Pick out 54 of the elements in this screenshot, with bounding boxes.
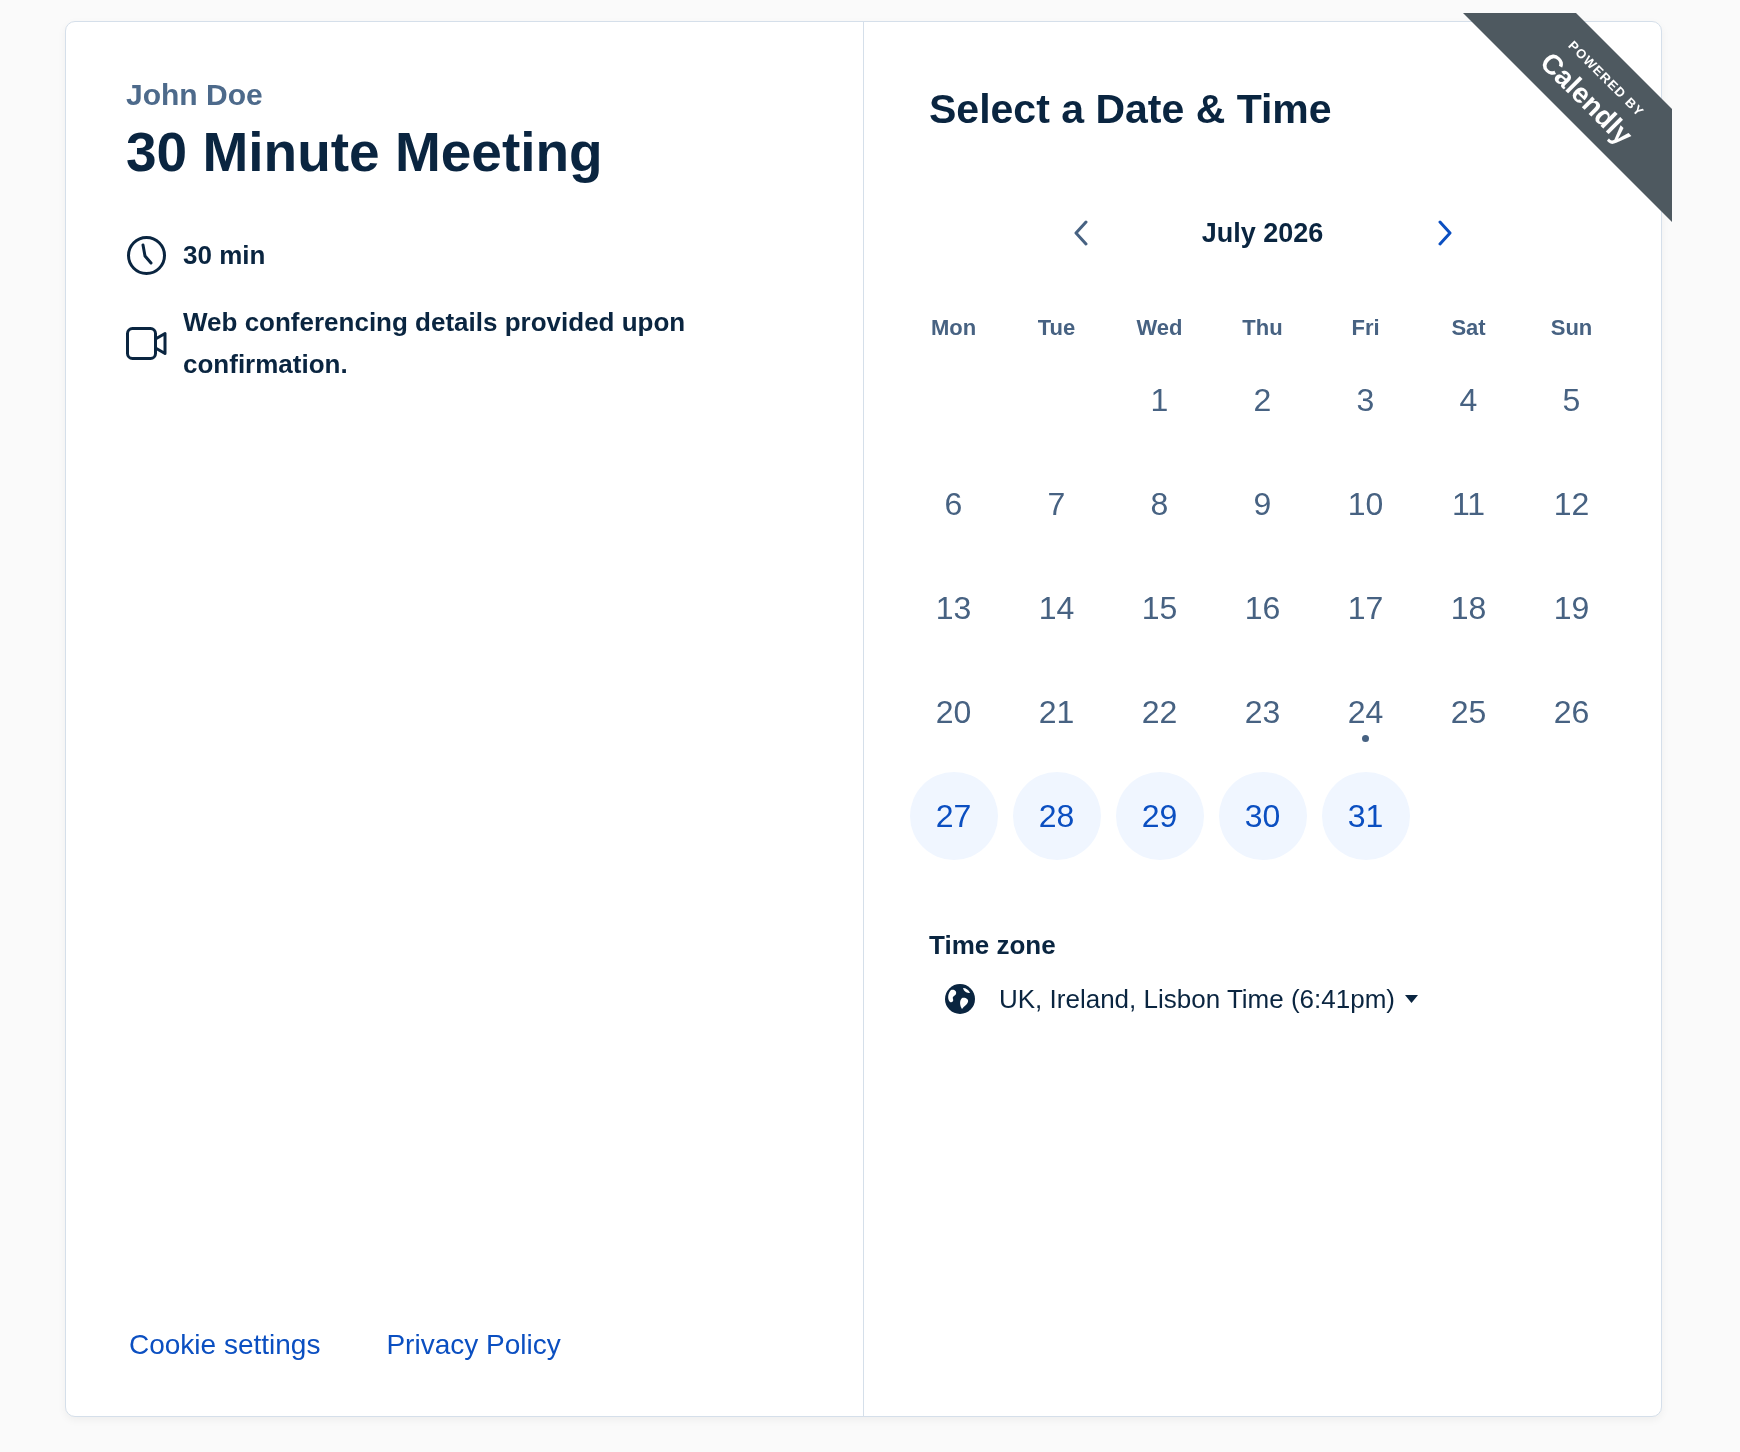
day-number: 20	[935, 693, 972, 732]
footer-link[interactable]: Privacy Policy	[386, 1329, 561, 1361]
day-number: 6	[944, 485, 963, 524]
day-number: 17	[1347, 589, 1384, 628]
day-number: 24	[1347, 693, 1384, 732]
day-number: 21	[1038, 693, 1075, 732]
day-number: 10	[1347, 485, 1384, 524]
clock-icon	[126, 234, 167, 276]
day-number: 2	[1253, 381, 1272, 420]
day-button[interactable]: 30	[1218, 772, 1307, 860]
section-heading: Select a Date & Time	[929, 85, 1332, 133]
day-number: 26	[1553, 693, 1590, 732]
timezone-dropdown[interactable]: UK, Ireland, Lisbon Time (6:41pm)	[945, 981, 1418, 1017]
organizer-name: John Doe	[126, 77, 263, 113]
weekday-label: Fri	[1351, 315, 1380, 341]
weekday-label: Tue	[1037, 315, 1076, 341]
day-number: 15	[1141, 589, 1178, 628]
weekday-label: Wed	[1136, 315, 1183, 341]
day-number: 1	[1150, 381, 1169, 420]
day-number: 19	[1553, 589, 1590, 628]
day-number: 22	[1141, 693, 1178, 732]
day-number: 11	[1451, 485, 1486, 524]
chevron-right-icon	[1436, 220, 1453, 246]
caret-icon	[1404, 995, 1418, 1003]
day-number: 25	[1450, 693, 1487, 732]
day-number: 8	[1150, 485, 1169, 524]
weekday-label: Sun	[1550, 315, 1593, 341]
day-button[interactable]: 27	[909, 772, 998, 860]
day-button[interactable]: 29	[1115, 772, 1204, 860]
weekday-label: Sat	[1451, 315, 1486, 341]
day-number: 13	[935, 589, 972, 628]
video-camera-icon	[126, 326, 167, 360]
day-number: 12	[1553, 485, 1590, 524]
day-number: 23	[1244, 693, 1281, 732]
event-title: 30 Minute Meeting	[126, 120, 603, 185]
day-number: 5	[1562, 381, 1581, 420]
location-text: Web conferencing details provided upon confirmation.	[183, 306, 687, 381]
chevron-left-icon	[1072, 220, 1089, 246]
month-label: July 2026	[1201, 217, 1324, 250]
weekday-label: Thu	[1242, 315, 1283, 341]
footer-link[interactable]: Cookie settings	[129, 1329, 321, 1361]
day-number: 16	[1244, 589, 1281, 628]
duration-text: 30 min	[183, 239, 266, 272]
globe-icon	[945, 984, 975, 1014]
day-number: 9	[1253, 485, 1272, 524]
day-number: 4	[1459, 381, 1478, 420]
day-number: 3	[1356, 381, 1375, 420]
day-number: 7	[1047, 485, 1066, 524]
day-button[interactable]: 28	[1012, 772, 1101, 860]
weekday-label: Mon	[930, 315, 977, 341]
timezone-label: Time zone	[929, 930, 1056, 960]
day-number: 18	[1450, 589, 1487, 628]
day-button[interactable]: 31	[1321, 772, 1410, 860]
day-number: 14	[1038, 589, 1075, 628]
